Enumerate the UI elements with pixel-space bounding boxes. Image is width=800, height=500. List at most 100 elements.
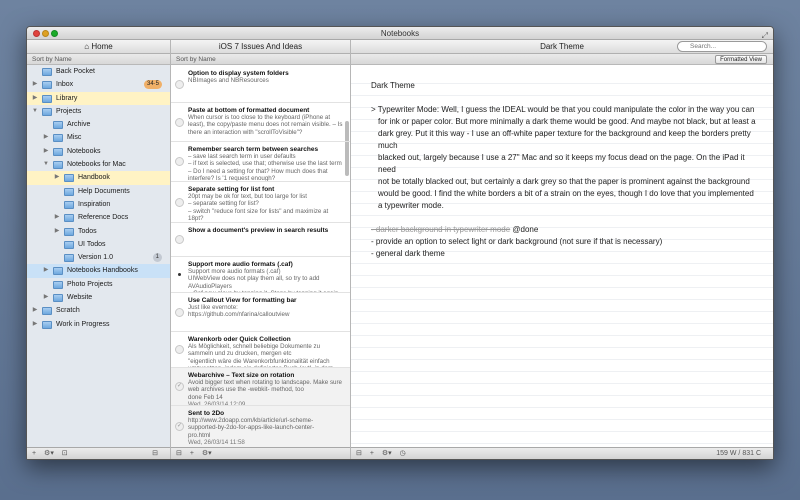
completed-check-icon[interactable]: ✓ [175, 422, 184, 431]
editor-add-button[interactable]: + [370, 450, 374, 457]
sidebar-item[interactable]: ▶ Misc [27, 131, 170, 144]
list-item[interactable]: ✓ Sent to 2Do http://www.2doapp.com/kb/art… [171, 406, 350, 447]
folder-icon [64, 187, 74, 196]
disclosure-closed-icon[interactable]: ▶ [42, 291, 50, 304]
folder-icon [42, 107, 52, 116]
list-sort[interactable]: Sort by Name [171, 54, 350, 65]
list-item[interactable]: Remember search term between searches – s… [171, 142, 350, 182]
disclosure-closed-icon[interactable]: ▶ [31, 92, 39, 105]
document-list-pane: iOS 7 Issues And Ideas Sort by Name Opti… [171, 40, 351, 459]
disclosure-closed-icon[interactable]: ▶ [31, 318, 39, 331]
disclosure-closed-icon[interactable]: ▶ [31, 78, 39, 91]
disclosure-closed-icon[interactable]: ▶ [53, 211, 61, 224]
disclosure-closed-icon[interactable]: ▶ [42, 145, 50, 158]
editor-header: Dark Theme ⌕ [351, 40, 773, 54]
sidebar-item[interactable]: ▶ Website [27, 291, 170, 304]
disclosure-closed-icon[interactable]: ▶ [42, 131, 50, 144]
disclosure-open-icon[interactable]: ▼ [42, 158, 50, 171]
folder-icon [64, 200, 74, 209]
list-item-title: Use Callout View for formatting bar [188, 297, 297, 304]
document-text-area[interactable]: Dark Theme > Typewriter Mode: Well, I gu… [351, 66, 773, 447]
list-item[interactable]: Warenkorb oder Quick Collection Als Mögli… [171, 332, 350, 368]
list-item-snippet: Just like evernote: [188, 304, 238, 312]
paragraph-line: a typewriter mode. [378, 201, 444, 210]
sidebar-item[interactable]: ▶ Notebooks [27, 145, 170, 158]
list-item[interactable]: Separate setting for list font 20pt may b… [171, 182, 350, 223]
search-input[interactable] [677, 41, 767, 52]
sidebar-item[interactable]: ▼ Notebooks for Mac [27, 158, 170, 171]
todo-checkbox[interactable] [175, 157, 184, 166]
sidebar-item[interactable]: ▶ Scratch [27, 304, 170, 317]
history-clock-icon[interactable]: ◷ [400, 450, 406, 457]
list-item[interactable]: ✓ Webarchive – Text size on rotation Avoid… [171, 368, 350, 406]
list-item[interactable]: Support more audio formats (.caf) Support… [171, 257, 350, 293]
sidebar-item[interactable]: ▶ Library [27, 91, 170, 105]
add-notebook-button[interactable]: + [32, 450, 36, 457]
sidebar-sort[interactable]: Sort by Name [27, 54, 170, 65]
sidebar-item[interactable]: Inspiration [27, 198, 170, 211]
sidebar-item[interactable]: Archive [27, 118, 170, 131]
disclosure-closed-icon[interactable]: ▶ [31, 304, 39, 317]
document-list[interactable]: Option to display system folders NBImages… [171, 66, 350, 447]
editor-gear-menu-button[interactable]: ⚙▾ [382, 450, 392, 457]
list-item[interactable]: Use Callout View for formatting bar Just … [171, 293, 350, 332]
list-item-snippet: AVAudioPlayers [188, 282, 232, 290]
list-item-title: Sent to 2Do [188, 410, 225, 417]
sidebar-item[interactable]: Back Pocket [27, 65, 170, 78]
sidebar-header[interactable]: ⌂ Home [27, 40, 170, 54]
minimize-window-button[interactable] [42, 30, 49, 37]
todo-checkbox[interactable] [175, 117, 184, 127]
todo-checkbox[interactable] [175, 79, 184, 89]
sidebar-gear-menu-button[interactable]: ⚙▾ [44, 450, 54, 457]
sidebar-item[interactable]: ▶ Inbox 34·5 [27, 78, 170, 91]
close-window-button[interactable] [33, 30, 40, 37]
sidebar-item[interactable]: Help Documents [27, 185, 170, 198]
folder-icon [64, 227, 74, 236]
todo-item: - provide an option to select light or d… [371, 237, 663, 246]
title-bar[interactable]: Notebooks ⤢ [27, 27, 773, 40]
word-count: 159 W / 831 C [716, 450, 761, 457]
paragraph-continuation: for ink or paper color. But more minimal… [371, 116, 763, 212]
list-item[interactable]: Show a document's preview in search resu… [171, 223, 350, 257]
formatted-view-button[interactable]: Formatted View [715, 55, 767, 64]
folder-icon [42, 94, 52, 103]
toggle-sidebar-button[interactable]: ⊟ [152, 448, 158, 459]
folder-icon [53, 147, 63, 156]
sidebar-item[interactable]: ▼ Projects [27, 105, 170, 118]
sidebar-item[interactable]: ▶ Handbook [27, 171, 170, 185]
list-item-snippet: there an interaction with "scrollToVisib… [188, 128, 303, 136]
sidebar-item[interactable]: ▶ Work in Progress [27, 318, 170, 331]
toggle-list-button[interactable]: ⊟ [176, 450, 182, 457]
sidebar-item-label: Back Pocket [56, 68, 95, 75]
list-item-snippet: supported-by-2do-for-apps-like-launch-ce… [188, 424, 315, 432]
sidebar-item[interactable]: ▶ Reference Docs [27, 211, 170, 224]
sidebar-item[interactable]: Photo Projects [27, 278, 170, 291]
todo-checkbox[interactable] [175, 197, 184, 207]
sidebar-item[interactable]: Version 1.0 1 [27, 251, 170, 264]
todo-checkbox[interactable] [175, 345, 184, 354]
sidebar-item[interactable]: ▶ Todos [27, 225, 170, 238]
list-item-snippet: – switch "reduce font size for lists" an… [188, 207, 329, 215]
sidebar-item-label: Notebooks [67, 147, 101, 155]
todo-checkbox[interactable] [175, 235, 184, 244]
list-gear-menu-button[interactable]: ⚙▾ [202, 450, 212, 457]
sidebar-action-button[interactable]: ⊡ [62, 450, 68, 457]
disclosure-closed-icon[interactable]: ▶ [53, 171, 61, 184]
add-document-button[interactable]: + [190, 450, 194, 457]
zoom-window-button[interactable] [51, 30, 58, 37]
sidebar-item-label: Help Documents [78, 187, 130, 195]
sidebar-item[interactable]: ▶ Notebooks Handbooks [27, 264, 170, 278]
list-item[interactable]: Option to display system folders NBImages… [171, 66, 350, 103]
sidebar-item-label: Archive [67, 121, 91, 129]
disclosure-closed-icon[interactable]: ▶ [42, 264, 50, 277]
list-item[interactable]: Paste at bottom of formatted document Whe… [171, 103, 350, 142]
folder-icon [53, 280, 63, 289]
sidebar-item[interactable]: UI Todos [27, 238, 170, 251]
disclosure-open-icon[interactable]: ▼ [31, 105, 39, 118]
completed-check-icon[interactable]: ✓ [175, 382, 184, 391]
list-item-title: Separate setting for list font [188, 186, 275, 193]
disclosure-closed-icon[interactable]: ▶ [53, 225, 61, 238]
toggle-editor-button[interactable]: ⊟ [356, 450, 362, 457]
todo-checkbox[interactable] [175, 307, 184, 317]
list-item-title: Support more audio formats (.caf) [188, 261, 293, 268]
